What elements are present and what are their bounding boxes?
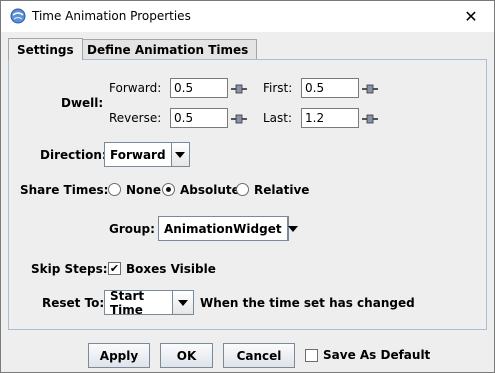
apply-button[interactable]: Apply <box>88 343 150 368</box>
direction-value: Forward <box>105 143 172 166</box>
group-label: Group: <box>109 222 155 236</box>
direction-label: Direction: <box>40 148 107 162</box>
tab-settings[interactable]: Settings <box>8 38 83 60</box>
chevron-down-icon[interactable] <box>172 143 189 166</box>
reset-to-value: Start Time <box>105 289 173 317</box>
radio-relative-label: Relative <box>254 183 310 197</box>
first-dwell-field[interactable]: 0.5 <box>301 78 359 98</box>
radio-absolute[interactable] <box>162 183 175 196</box>
first-label: First: <box>263 81 293 95</box>
radio-none[interactable] <box>108 183 121 196</box>
slider-icon[interactable] <box>231 114 247 124</box>
forward-label: Forward: <box>109 81 162 95</box>
chevron-down-icon[interactable] <box>287 217 298 240</box>
window-title: Time Animation Properties <box>32 9 191 23</box>
app-icon <box>10 8 26 24</box>
close-icon[interactable]: ✕ <box>448 1 494 32</box>
save-as-default-label: Save As Default <box>323 348 431 362</box>
radio-none-label: None <box>126 183 161 197</box>
title-bar: Time Animation Properties ✕ <box>1 1 494 32</box>
apply-label: Apply <box>99 348 139 363</box>
reset-note: When the time set has changed <box>200 296 415 310</box>
group-select[interactable]: AnimationWidget <box>158 216 298 241</box>
chevron-down-icon[interactable] <box>173 291 193 314</box>
tab-label: Settings <box>17 42 74 57</box>
cancel-label: Cancel <box>236 348 282 363</box>
reset-to-select[interactable]: Start Time <box>104 289 194 317</box>
dwell-label: Dwell: <box>61 96 104 110</box>
last-label: Last: <box>263 111 293 125</box>
boxes-visible-checkbox[interactable]: ✔ <box>108 262 121 275</box>
ok-button[interactable]: OK <box>160 343 213 368</box>
reverse-dwell-field[interactable]: 0.5 <box>170 108 228 128</box>
save-as-default-checkbox[interactable] <box>305 349 318 362</box>
slider-icon[interactable] <box>362 114 378 124</box>
cancel-button[interactable]: Cancel <box>223 343 295 368</box>
slider-icon[interactable] <box>362 84 378 94</box>
share-times-label: Share Times: <box>20 183 109 197</box>
boxes-visible-label: Boxes Visible <box>126 262 216 276</box>
radio-absolute-label: Absolute <box>180 183 240 197</box>
reverse-label: Reverse: <box>109 111 162 125</box>
ok-label: OK <box>176 348 197 363</box>
skip-steps-label: Skip Steps: <box>31 262 108 276</box>
last-dwell-field[interactable]: 1.2 <box>301 108 359 128</box>
settings-panel: Dwell: Forward: 0.5 Reverse: 0.5 First: … <box>8 59 487 330</box>
dialog-window: Time Animation Properties ✕ Settings Def… <box>0 0 495 373</box>
forward-dwell-field[interactable]: 0.5 <box>170 78 228 98</box>
reset-to-label: Reset To: <box>42 296 105 310</box>
radio-relative[interactable] <box>236 183 249 196</box>
tab-define-animation-times[interactable]: Define Animation Times <box>78 39 258 60</box>
slider-icon[interactable] <box>231 84 247 94</box>
direction-select[interactable]: Forward <box>104 142 190 167</box>
tab-label: Define Animation Times <box>87 43 249 57</box>
group-value: AnimationWidget <box>159 217 288 240</box>
